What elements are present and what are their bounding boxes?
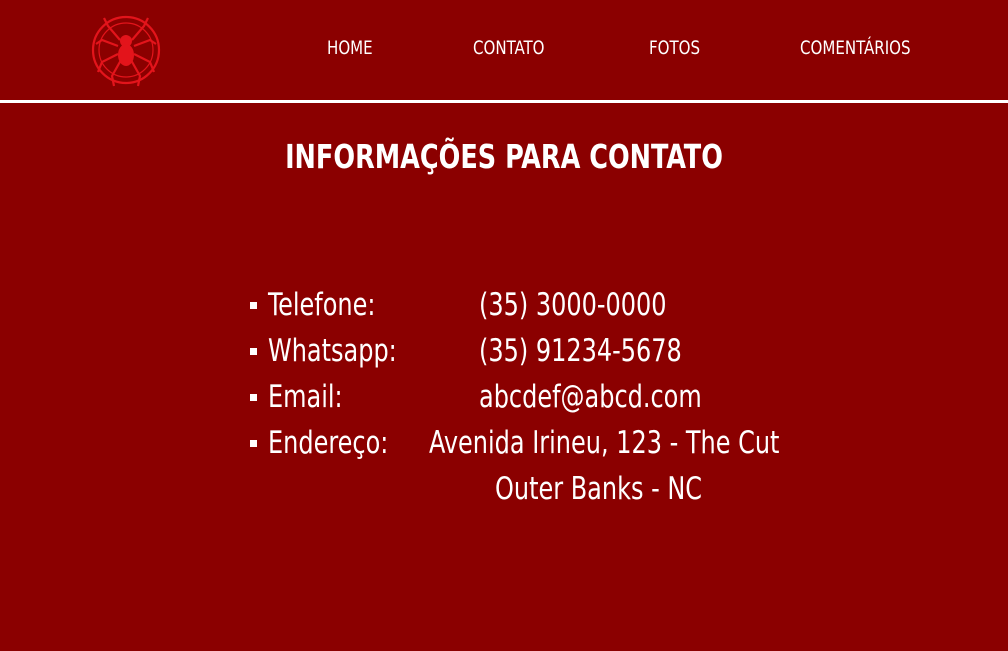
contact-label: Whatsapp: (268, 333, 397, 369)
page-title: INFORMAÇÕES PARA CONTATO (285, 137, 723, 176)
nav-contato[interactable]: CONTATO (473, 37, 545, 59)
nav-home[interactable]: HOME (327, 37, 373, 59)
contact-value: (35) 91234-5678 (479, 333, 682, 369)
contact-label: Endereço: (268, 425, 389, 461)
contact-value: abcdef@abcd.com (479, 379, 702, 415)
bullet-icon (250, 394, 257, 401)
header-divider (0, 100, 1008, 103)
address-line-2: Outer Banks - NC (495, 471, 703, 507)
site-header: HOME CONTATO FOTOS COMENTÁRIOS (0, 0, 1008, 100)
contact-value: (35) 3000-0000 (479, 287, 667, 323)
bullet-icon (250, 348, 257, 355)
contact-value: Avenida Irineu, 123 - The Cut (429, 425, 780, 461)
nav-fotos[interactable]: FOTOS (649, 37, 700, 59)
contact-label: Telefone: (268, 287, 376, 323)
contact-label: Email: (268, 379, 343, 415)
bullet-icon (250, 440, 257, 447)
nav-comentarios[interactable]: COMENTÁRIOS (800, 37, 911, 59)
bullet-icon (250, 302, 257, 309)
spider-emblem-icon[interactable] (90, 10, 162, 90)
